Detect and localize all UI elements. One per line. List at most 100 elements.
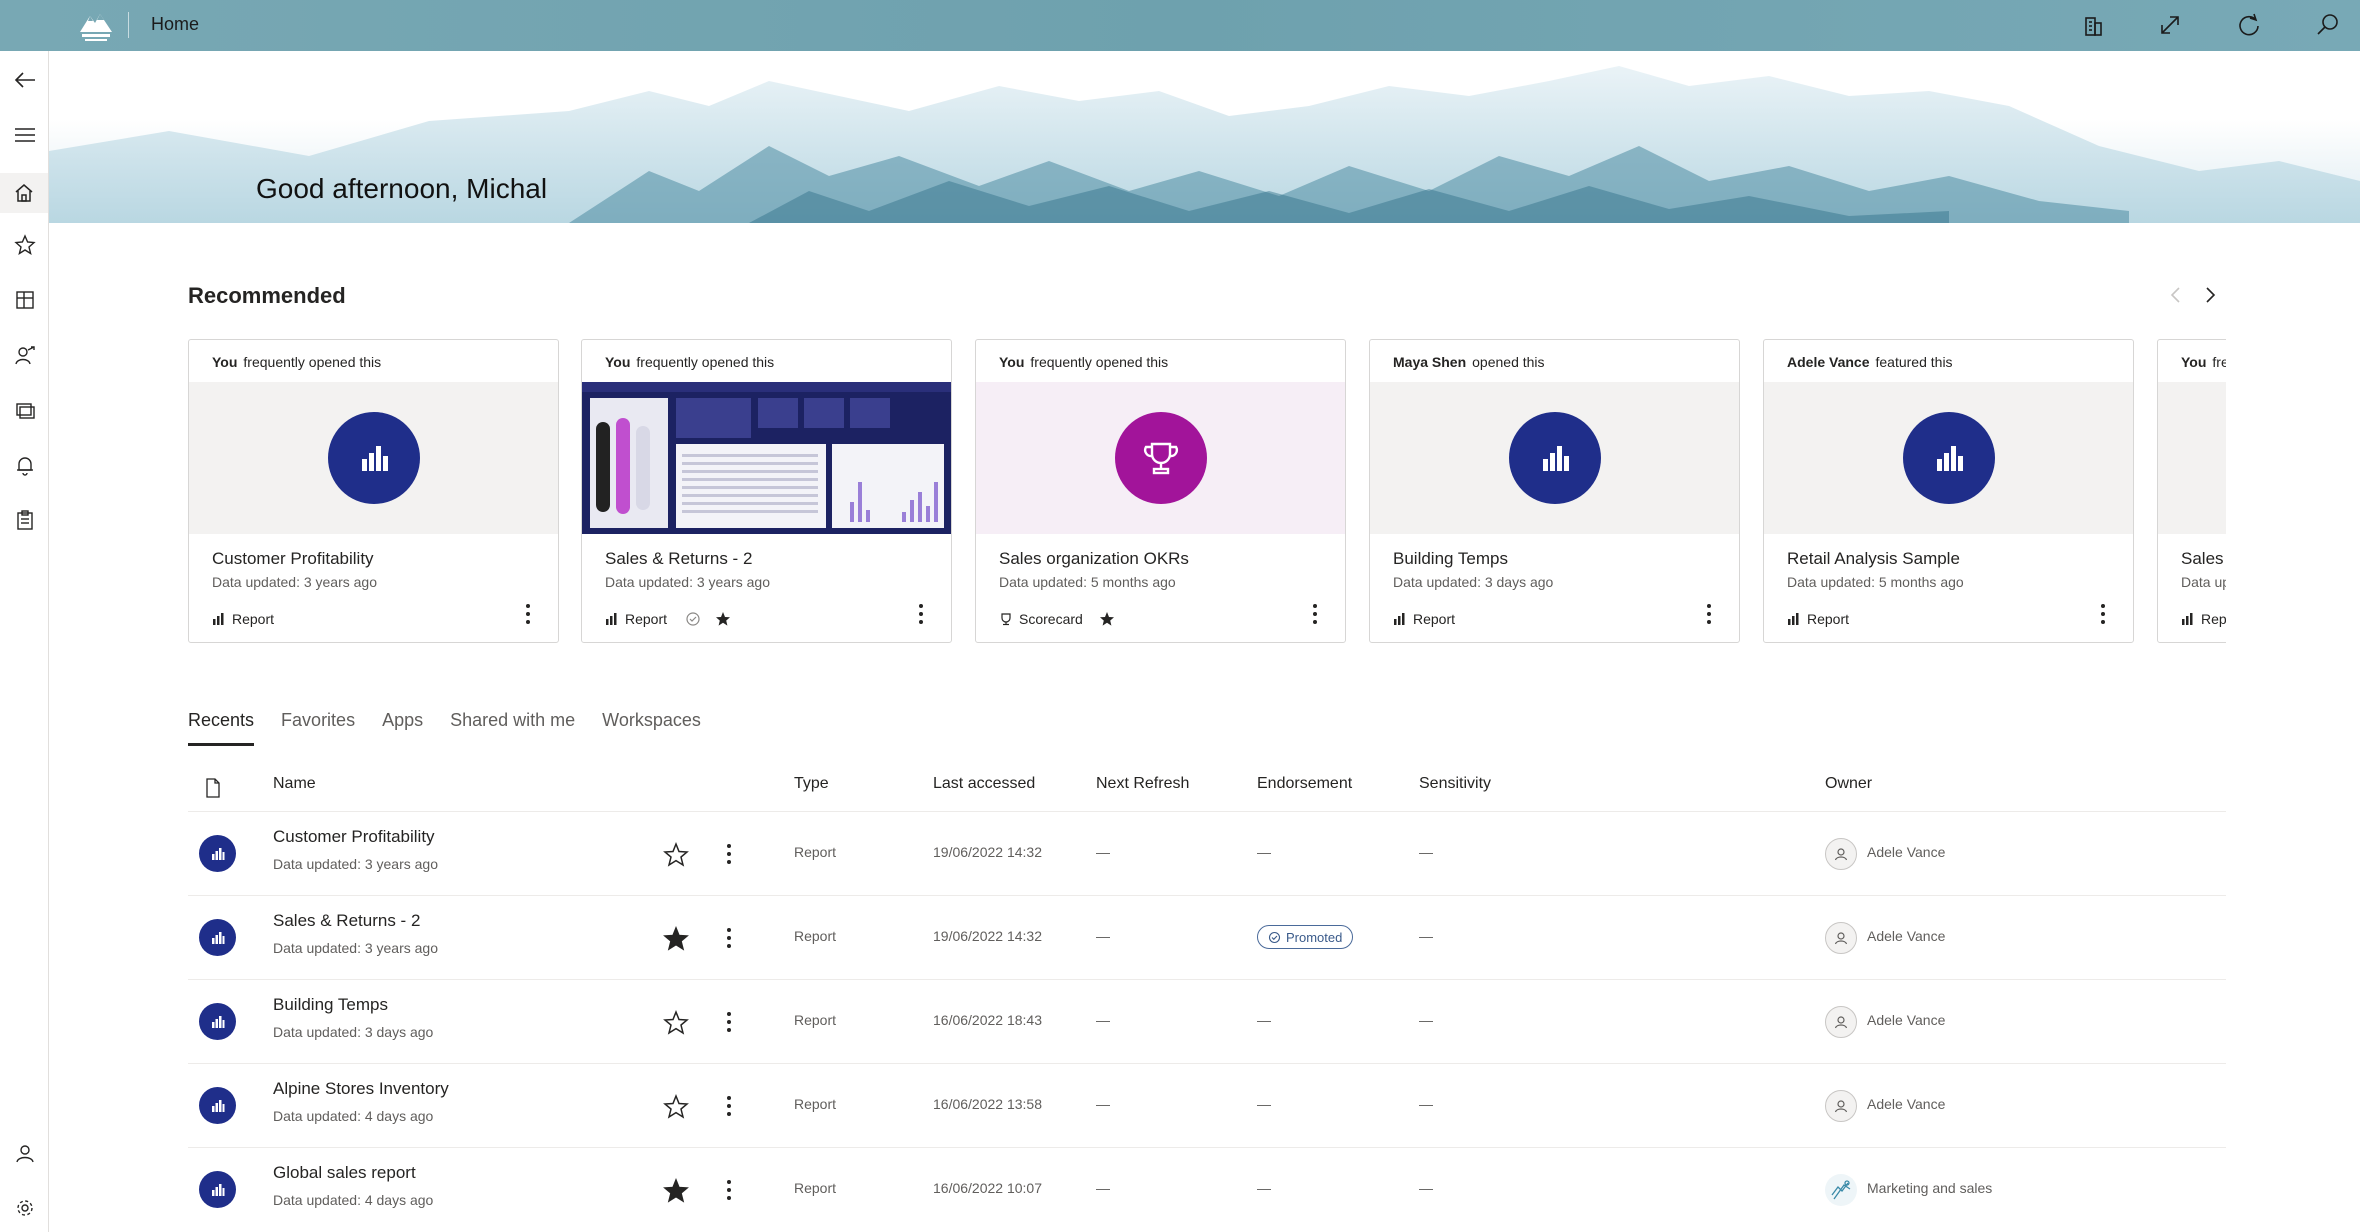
card-type: Report: [1787, 611, 1849, 627]
column-header-endorsement[interactable]: Endorsement: [1257, 775, 1352, 793]
tab-favorites[interactable]: Favorites: [281, 710, 355, 746]
card-type: Scorecard: [999, 611, 1115, 627]
recommended-card[interactable]: Maya Shen opened this Building Temps Data…: [1369, 339, 1740, 643]
column-header-name[interactable]: Name: [273, 775, 316, 793]
table-row[interactable]: Sales & Returns - 2 Data updated: 3 year…: [188, 896, 2226, 980]
endorsement-badge-label: Promoted: [1286, 929, 1343, 945]
report-icon: [199, 1171, 236, 1208]
card-type: Report: [1393, 611, 1455, 627]
favorite-star-filled-icon[interactable]: [661, 1176, 691, 1206]
starred-icon[interactable]: [715, 611, 731, 627]
report-icon: [199, 1003, 236, 1040]
more-options-icon[interactable]: [720, 1175, 738, 1205]
more-options-icon[interactable]: [909, 599, 933, 629]
favorite-star-icon[interactable]: [661, 1092, 691, 1122]
more-options-icon[interactable]: [2091, 599, 2115, 629]
table-row[interactable]: Alpine Stores Inventory Data updated: 4 …: [188, 1064, 2226, 1148]
column-header-owner[interactable]: Owner: [1825, 775, 1872, 793]
tab-apps[interactable]: Apps: [382, 710, 423, 746]
home-icon[interactable]: [0, 173, 48, 213]
card-type-label: Report: [1413, 611, 1456, 627]
building-icon[interactable]: [2076, 9, 2108, 41]
expand-icon[interactable]: [2154, 9, 2186, 41]
more-options-icon[interactable]: [720, 839, 738, 869]
logo-divider: [128, 12, 129, 38]
refresh-icon[interactable]: [2233, 9, 2265, 41]
carousel-prev-icon[interactable]: [2164, 283, 2188, 307]
report-icon: [199, 1087, 236, 1124]
favorite-star-filled-icon[interactable]: [661, 924, 691, 954]
card-activity-who: You: [2181, 354, 2207, 370]
card-title: Building Temps: [1393, 549, 1508, 568]
more-options-icon[interactable]: [516, 599, 540, 629]
gear-icon[interactable]: [8, 1191, 42, 1225]
starred-icon[interactable]: [1099, 611, 1115, 627]
back-arrow-icon[interactable]: [8, 63, 42, 97]
card-type: Repo: [2181, 611, 2226, 627]
column-header-type[interactable]: Type: [794, 775, 829, 793]
tab-workspaces[interactable]: Workspaces: [602, 710, 701, 746]
more-options-icon[interactable]: [720, 923, 738, 953]
item-endorsement: —: [1257, 844, 1271, 860]
owner-person-icon: [1825, 838, 1857, 870]
alpine-ski-house-logo: [80, 14, 112, 41]
more-options-icon[interactable]: [1303, 599, 1327, 629]
bell-icon[interactable]: [8, 448, 42, 482]
shared-with-me-icon[interactable]: [8, 338, 42, 372]
menu-icon[interactable]: [8, 118, 42, 152]
card-activity-action: frequently opened this: [243, 354, 382, 370]
table-row[interactable]: Building Temps Data updated: 3 days ago …: [188, 980, 2226, 1064]
more-options-icon[interactable]: [1697, 599, 1721, 629]
item-name[interactable]: Sales & Returns - 2: [273, 911, 420, 931]
item-last-accessed: 16/06/2022 10:07: [933, 1180, 1042, 1196]
card-thumbnail: [2158, 382, 2226, 534]
item-sensitivity: —: [1419, 1180, 1433, 1196]
item-next-refresh: —: [1096, 844, 1110, 860]
owner-group-icon: [1825, 1174, 1857, 1206]
recommended-card[interactable]: Youfre Sales p Data up Repo: [2157, 339, 2226, 643]
apps-icon[interactable]: [8, 283, 42, 317]
card-type-label: Repo: [2201, 611, 2226, 627]
tab-shared-with-me[interactable]: Shared with me: [450, 710, 575, 746]
column-header-next-refresh[interactable]: Next Refresh: [1096, 775, 1189, 793]
report-icon: [199, 835, 236, 872]
more-options-icon[interactable]: [720, 1091, 738, 1121]
clipboard-icon[interactable]: [8, 503, 42, 537]
favorite-star-icon[interactable]: [661, 1008, 691, 1038]
recommended-card[interactable]: Adele Vance featured this Retail Analysis…: [1763, 339, 2134, 643]
report-small-icon: [606, 613, 617, 625]
top-bar: Home: [0, 0, 2360, 51]
workspaces-icon[interactable]: [8, 393, 42, 427]
recommended-card[interactable]: You frequently opened this Customer Profi…: [188, 339, 559, 643]
item-name[interactable]: Customer Profitability: [273, 827, 435, 847]
owner-person-icon: [1825, 1090, 1857, 1122]
item-name[interactable]: Global sales report: [273, 1163, 416, 1183]
card-activity: You frequently opened this: [999, 354, 1168, 370]
carousel-next-icon[interactable]: [2198, 283, 2222, 307]
item-last-accessed: 16/06/2022 13:58: [933, 1096, 1042, 1112]
item-name[interactable]: Building Temps: [273, 995, 388, 1015]
card-updated: Data updated: 3 years ago: [212, 574, 378, 590]
table-row[interactable]: Customer Profitability Data updated: 3 y…: [188, 812, 2226, 896]
star-icon[interactable]: [8, 228, 42, 262]
tab-recents[interactable]: Recents: [188, 710, 255, 746]
card-activity-action: opened this: [1472, 354, 1545, 370]
person-icon[interactable]: [8, 1136, 42, 1170]
item-sensitivity: —: [1419, 928, 1433, 944]
report-icon: [1902, 412, 1995, 504]
search-icon[interactable]: [2312, 9, 2344, 41]
item-last-accessed: 19/06/2022 14:32: [933, 844, 1042, 860]
card-activity: You frequently opened this: [605, 354, 774, 370]
item-name[interactable]: Alpine Stores Inventory: [273, 1079, 449, 1099]
card-activity-action: fre: [2212, 354, 2226, 370]
column-header-last-accessed[interactable]: Last accessed: [933, 775, 1035, 793]
item-owner: Adele Vance: [1867, 1096, 1946, 1112]
favorite-star-icon[interactable]: [661, 840, 691, 870]
recommended-card[interactable]: You frequently opened this Sales & Return…: [581, 339, 952, 643]
recommended-card[interactable]: You frequently opened this Sales organiza…: [975, 339, 1346, 643]
left-nav: [0, 51, 49, 1232]
column-header-sensitivity[interactable]: Sensitivity: [1419, 775, 1491, 793]
more-options-icon[interactable]: [720, 1007, 738, 1037]
card-title: Sales p: [2181, 549, 2226, 568]
table-row[interactable]: Global sales report Data updated: 4 days…: [188, 1148, 2226, 1232]
